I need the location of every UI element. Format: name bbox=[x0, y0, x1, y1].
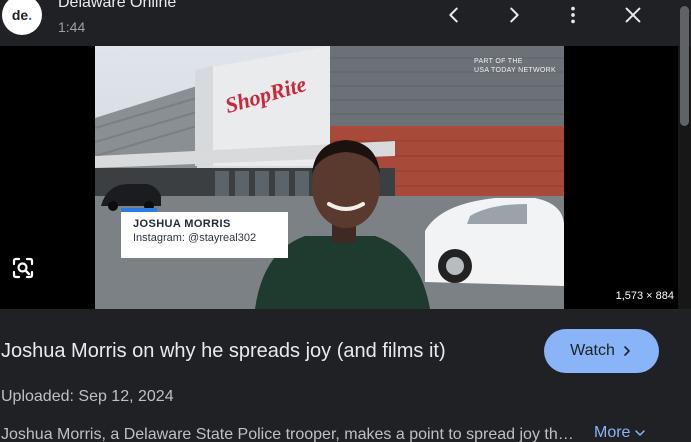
watch-button-label: Watch bbox=[570, 342, 615, 359]
storefront-scene: ShopRite bbox=[95, 46, 564, 309]
nameplate-handle: Instagram: @stayreal302 bbox=[133, 232, 257, 244]
source-logo[interactable]: de. bbox=[2, 0, 42, 35]
nameplate-name: JOSHUA MORRIS bbox=[133, 218, 231, 230]
logo-text: de bbox=[11, 7, 29, 23]
video-description: Joshua Morris, a Delaware State Police t… bbox=[1, 426, 576, 442]
more-vert-icon bbox=[571, 6, 575, 24]
scrollbar-thumb[interactable] bbox=[680, 6, 689, 126]
chevron-down-icon bbox=[635, 430, 646, 436]
lens-search-button[interactable] bbox=[8, 253, 38, 283]
chevron-right-icon bbox=[624, 346, 630, 356]
chevron-left-icon bbox=[449, 7, 458, 23]
video-thumbnail[interactable]: ShopRite PART OF THE USA TODAY NETWORK J… bbox=[95, 46, 564, 309]
close-button[interactable] bbox=[618, 0, 648, 30]
more-options-button[interactable] bbox=[558, 0, 588, 30]
more-button-label: More bbox=[594, 424, 631, 441]
watermark-line-2: USA TODAY NETWORK bbox=[474, 67, 556, 74]
lens-search-icon bbox=[12, 257, 34, 279]
more-button[interactable]: More bbox=[594, 424, 646, 442]
scrollbar-track[interactable] bbox=[678, 6, 691, 309]
network-watermark: PART OF THE USA TODAY NETWORK bbox=[474, 57, 556, 75]
image-viewer-panel: de. Delaware Online 1:44 ShopRite PART O… bbox=[0, 0, 691, 442]
image-dimensions: 1,573 × 884 bbox=[615, 290, 674, 302]
watch-button[interactable]: Watch bbox=[544, 329, 659, 373]
previous-button[interactable] bbox=[439, 0, 469, 30]
logo-dot: . bbox=[28, 7, 33, 23]
chevron-right-icon bbox=[510, 7, 519, 23]
source-name[interactable]: Delaware Online bbox=[58, 0, 176, 12]
media-preview[interactable]: ShopRite PART OF THE USA TODAY NETWORK J… bbox=[0, 6, 691, 309]
viewer-header: de. Delaware Online 1:44 bbox=[0, 0, 691, 46]
lower-third-nameplate: JOSHUA MORRIS Instagram: @stayreal302 bbox=[121, 208, 288, 258]
upload-date: Uploaded: Sep 12, 2024 bbox=[1, 388, 174, 405]
nameplate-accent-bar bbox=[121, 208, 157, 212]
video-duration: 1:44 bbox=[58, 19, 86, 35]
close-icon bbox=[625, 7, 641, 23]
next-button[interactable] bbox=[499, 0, 529, 30]
video-title[interactable]: Joshua Morris on why he spreads joy (and… bbox=[1, 340, 446, 363]
watermark-line-1: PART OF THE bbox=[474, 58, 523, 65]
